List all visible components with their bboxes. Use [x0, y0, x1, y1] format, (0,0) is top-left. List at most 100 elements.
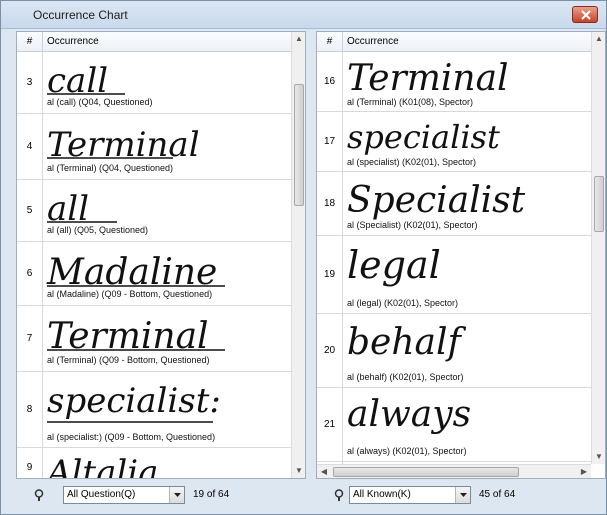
list-item[interactable]: 5 all al (all) (Q05, Questioned)	[17, 180, 291, 242]
row-caption: al (Terminal) (K01(08), Spector)	[347, 97, 474, 107]
handwriting-sample-image: call	[47, 61, 125, 98]
questioned-filter-value: All Question(Q)	[67, 489, 136, 500]
list-item[interactable]: 18 Specialist al (Specialist) (K02(01), …	[317, 172, 591, 236]
svg-text:Terminal: Terminal	[347, 58, 509, 98]
handwriting-sample-image: Terminal	[347, 58, 509, 98]
arrow-up-icon[interactable]: ▲	[292, 32, 305, 46]
row-number: 17	[317, 112, 343, 171]
row-caption: al (legal) (K02(01), Spector)	[347, 298, 459, 308]
row-number: 6	[17, 242, 43, 305]
arrow-up-icon[interactable]: ▲	[592, 32, 605, 46]
svg-text:legal: legal	[347, 243, 441, 287]
handwriting-sample-image: Terminal	[47, 316, 225, 356]
dropdown-button[interactable]	[169, 487, 184, 503]
questioned-footer: All Question(Q) 19 of 64	[31, 483, 261, 509]
list-item[interactable]: 21 always al (always) (K02(01), Spector)	[317, 388, 591, 462]
row-caption: al (always) (K02(01), Spector)	[347, 446, 467, 456]
questioned-pane: # Occurrence 3 call al (call) (Q04, Ques…	[16, 31, 306, 479]
row-caption: al (call) (Q04, Questioned)	[47, 97, 153, 107]
scrollbar-thumb[interactable]	[333, 467, 519, 477]
magnifier-icon[interactable]	[333, 489, 345, 501]
row-number: 4	[17, 114, 43, 179]
handwriting-sample-image: Specialist	[347, 180, 526, 220]
list-item[interactable]: 9 Altalia	[17, 448, 291, 479]
row-number: 19	[317, 236, 343, 313]
chevron-down-icon	[174, 493, 181, 497]
close-icon	[581, 10, 591, 20]
handwriting-sample-image: behalf	[347, 322, 467, 363]
column-header: # Occurrence	[317, 32, 605, 52]
handwriting-sample-image: specialist	[347, 118, 500, 156]
row-number: 9	[17, 448, 43, 478]
row-caption: al (Madaline) (Q09 - Bottom, Questioned)	[47, 289, 213, 299]
svg-text:specialist:: specialist:	[47, 381, 221, 421]
row-caption: al (Specialist) (K02(01), Spector)	[347, 220, 478, 230]
list-item[interactable]: 8 specialist: al (specialist:) (Q09 - Bo…	[17, 372, 291, 448]
list-item[interactable]: 3 call al (call) (Q04, Questioned)	[17, 52, 291, 114]
arrow-right-icon[interactable]: ▶	[577, 465, 591, 478]
row-number: 18	[317, 172, 343, 235]
arrow-down-icon[interactable]: ▼	[292, 464, 305, 478]
horizontal-scrollbar[interactable]: ◀ ▶	[317, 464, 591, 478]
row-caption: al (Terminal) (Q04, Questioned)	[47, 163, 174, 173]
handwriting-sample-image: always	[347, 394, 471, 435]
handwriting-sample-image: legal	[347, 243, 441, 287]
known-count: 45 of 64	[479, 489, 516, 500]
title-bar: Occurrence Chart	[1, 1, 606, 29]
close-button[interactable]	[572, 6, 598, 23]
svg-text:specialist: specialist	[347, 118, 500, 156]
row-number: 16	[317, 52, 343, 111]
arrow-left-icon[interactable]: ◀	[317, 465, 331, 478]
occurrence-chart-window: Occurrence Chart # Occurrence 3 call al …	[0, 0, 607, 515]
svg-text:Altalia: Altalia	[45, 453, 158, 479]
svg-text:Specialist: Specialist	[347, 180, 526, 220]
handwriting-sample-image: all	[47, 189, 117, 226]
column-header-number[interactable]: #	[317, 32, 343, 52]
handwriting-sample-image: Terminal	[47, 125, 200, 164]
list-item[interactable]: 16 Terminal al (Terminal) (K01(08), Spec…	[317, 52, 591, 112]
arrow-down-icon[interactable]: ▼	[592, 450, 605, 464]
row-number: 5	[17, 180, 43, 241]
handwriting-sample-image: Altalia	[45, 453, 158, 479]
known-filter-value: All Known(K)	[353, 489, 411, 500]
vertical-scrollbar[interactable]: ▲ ▼	[591, 32, 605, 464]
vertical-scrollbar[interactable]: ▲ ▼	[291, 32, 305, 478]
row-caption: al (Terminal) (Q09 - Bottom, Questioned)	[47, 355, 210, 365]
list-item[interactable]: 17 specialist al (specialist) (K02(01), …	[317, 112, 591, 172]
list-item[interactable]: 4 Terminal al (Terminal) (Q04, Questione…	[17, 114, 291, 180]
row-caption: al (specialist:) (Q09 - Bottom, Question…	[47, 432, 216, 442]
list-item[interactable]: 19 legal al (legal) (K02(01), Spector)	[317, 236, 591, 314]
svg-text:Madaline: Madaline	[46, 252, 217, 290]
svg-text:always: always	[347, 394, 471, 435]
row-number: 7	[17, 306, 43, 371]
handwriting-sample-image: Madaline	[46, 252, 225, 290]
row-caption: al (all) (Q05, Questioned)	[47, 225, 149, 235]
handwriting-sample-image: specialist:	[47, 381, 221, 423]
list-item[interactable]: 6 Madaline al (Madaline) (Q09 - Bottom, …	[17, 242, 291, 306]
row-number: 8	[17, 372, 43, 447]
questioned-filter-select[interactable]: All Question(Q)	[63, 486, 185, 504]
window-title: Occurrence Chart	[33, 8, 128, 22]
known-footer: All Known(K) 45 of 64	[331, 483, 561, 509]
list-item[interactable]: 7 Terminal al (Terminal) (Q09 - Bottom, …	[17, 306, 291, 372]
column-header-occurrence[interactable]: Occurrence	[347, 32, 399, 52]
row-number: 3	[17, 52, 43, 113]
magnifier-icon[interactable]	[33, 489, 45, 501]
column-header-occurrence[interactable]: Occurrence	[47, 32, 99, 52]
questioned-count: 19 of 64	[193, 489, 230, 500]
svg-text:behalf: behalf	[347, 322, 467, 363]
row-caption: al (specialist) (K02(01), Spector)	[347, 157, 477, 167]
row-number: 20	[317, 314, 343, 387]
dropdown-button[interactable]	[455, 487, 470, 503]
row-caption: al (behalf) (K02(01), Spector)	[347, 372, 464, 382]
svg-text:call: call	[47, 61, 108, 98]
list-item[interactable]: 20 behalf al (behalf) (K02(01), Spector)	[317, 314, 591, 388]
column-header: # Occurrence	[17, 32, 305, 52]
column-header-number[interactable]: #	[17, 32, 43, 52]
scrollbar-thumb[interactable]	[294, 84, 304, 206]
known-pane: # Occurrence 16 Terminal al (Terminal) (…	[316, 31, 606, 479]
scrollbar-thumb[interactable]	[594, 176, 604, 232]
chevron-down-icon	[460, 493, 467, 497]
svg-text:all: all	[47, 189, 89, 226]
known-filter-select[interactable]: All Known(K)	[349, 486, 471, 504]
